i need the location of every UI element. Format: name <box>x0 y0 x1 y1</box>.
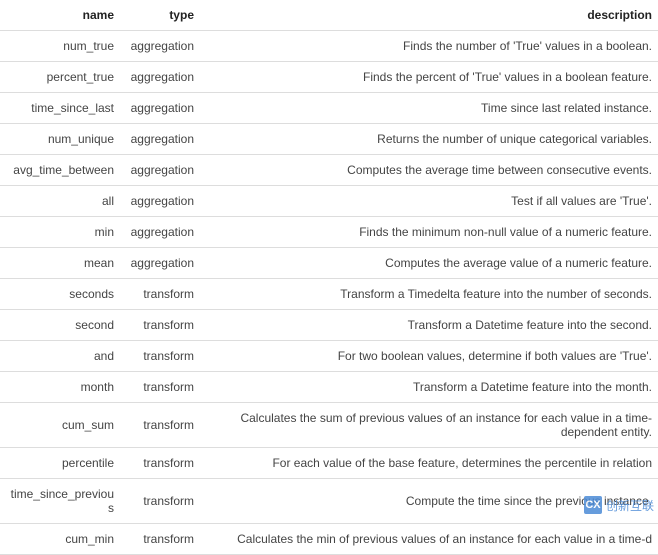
table-row: percentiletransformFor each value of the… <box>0 448 658 479</box>
header-description: description <box>200 0 658 31</box>
table-row: monthtransformTransform a Datetime featu… <box>0 372 658 403</box>
table-row: time_since_previoustransformCompute the … <box>0 479 658 524</box>
cell-type: transform <box>120 479 200 524</box>
cell-name: second <box>0 310 120 341</box>
table-row: cum_sumtransformCalculates the sum of pr… <box>0 403 658 448</box>
cell-description: Finds the number of 'True' values in a b… <box>200 31 658 62</box>
cell-description: Calculates the sum of previous values of… <box>200 403 658 448</box>
table-row: allaggregationTest if all values are 'Tr… <box>0 186 658 217</box>
table-row: minaggregationFinds the minimum non-null… <box>0 217 658 248</box>
cell-name: cum_min <box>0 524 120 555</box>
cell-description: Time since last related instance. <box>200 93 658 124</box>
cell-description: Computes the average value of a numeric … <box>200 248 658 279</box>
cell-type: transform <box>120 310 200 341</box>
cell-type: transform <box>120 524 200 555</box>
cell-type: aggregation <box>120 31 200 62</box>
table-row: cum_mintransformCalculates the min of pr… <box>0 524 658 555</box>
table-row: meanaggregationComputes the average valu… <box>0 248 658 279</box>
cell-name: month <box>0 372 120 403</box>
table-row: andtransformFor two boolean values, dete… <box>0 341 658 372</box>
cell-name: time_since_last <box>0 93 120 124</box>
cell-description: Test if all values are 'True'. <box>200 186 658 217</box>
cell-type: aggregation <box>120 124 200 155</box>
cell-name: and <box>0 341 120 372</box>
cell-type: transform <box>120 448 200 479</box>
cell-description: Finds the percent of 'True' values in a … <box>200 62 658 93</box>
cell-type: transform <box>120 341 200 372</box>
table-row: time_since_lastaggregationTime since las… <box>0 93 658 124</box>
cell-description: For each value of the base feature, dete… <box>200 448 658 479</box>
cell-description: Transform a Timedelta feature into the n… <box>200 279 658 310</box>
table-row: secondtransformTransform a Datetime feat… <box>0 310 658 341</box>
cell-description: Transform a Datetime feature into the mo… <box>200 372 658 403</box>
table-row: secondstransformTransform a Timedelta fe… <box>0 279 658 310</box>
cell-type: transform <box>120 279 200 310</box>
cell-name: mean <box>0 248 120 279</box>
cell-name: time_since_previous <box>0 479 120 524</box>
cell-type: aggregation <box>120 217 200 248</box>
cell-name: percent_true <box>0 62 120 93</box>
cell-description: Compute the time since the previous inst… <box>200 479 658 524</box>
table-row: avg_time_betweenaggregationComputes the … <box>0 155 658 186</box>
cell-name: percentile <box>0 448 120 479</box>
cell-description: Calculates the min of previous values of… <box>200 524 658 555</box>
table-row: percent_trueaggregationFinds the percent… <box>0 62 658 93</box>
cell-name: avg_time_between <box>0 155 120 186</box>
cell-description: For two boolean values, determine if bot… <box>200 341 658 372</box>
table-row: num_trueaggregationFinds the number of '… <box>0 31 658 62</box>
cell-type: aggregation <box>120 62 200 93</box>
cell-name: cum_sum <box>0 403 120 448</box>
cell-name: num_unique <box>0 124 120 155</box>
cell-description: Finds the minimum non-null value of a nu… <box>200 217 658 248</box>
cell-name: all <box>0 186 120 217</box>
cell-description: Returns the number of unique categorical… <box>200 124 658 155</box>
table-header-row: name type description <box>0 0 658 31</box>
cell-name: num_true <box>0 31 120 62</box>
cell-type: transform <box>120 372 200 403</box>
cell-description: Computes the average time between consec… <box>200 155 658 186</box>
cell-type: aggregation <box>120 93 200 124</box>
cell-type: aggregation <box>120 186 200 217</box>
cell-description: Transform a Datetime feature into the se… <box>200 310 658 341</box>
header-type: type <box>120 0 200 31</box>
table-row: num_uniqueaggregationReturns the number … <box>0 124 658 155</box>
cell-type: aggregation <box>120 155 200 186</box>
cell-name: seconds <box>0 279 120 310</box>
header-name: name <box>0 0 120 31</box>
primitives-table: name type description num_trueaggregatio… <box>0 0 658 555</box>
cell-name: min <box>0 217 120 248</box>
cell-type: transform <box>120 403 200 448</box>
cell-type: aggregation <box>120 248 200 279</box>
